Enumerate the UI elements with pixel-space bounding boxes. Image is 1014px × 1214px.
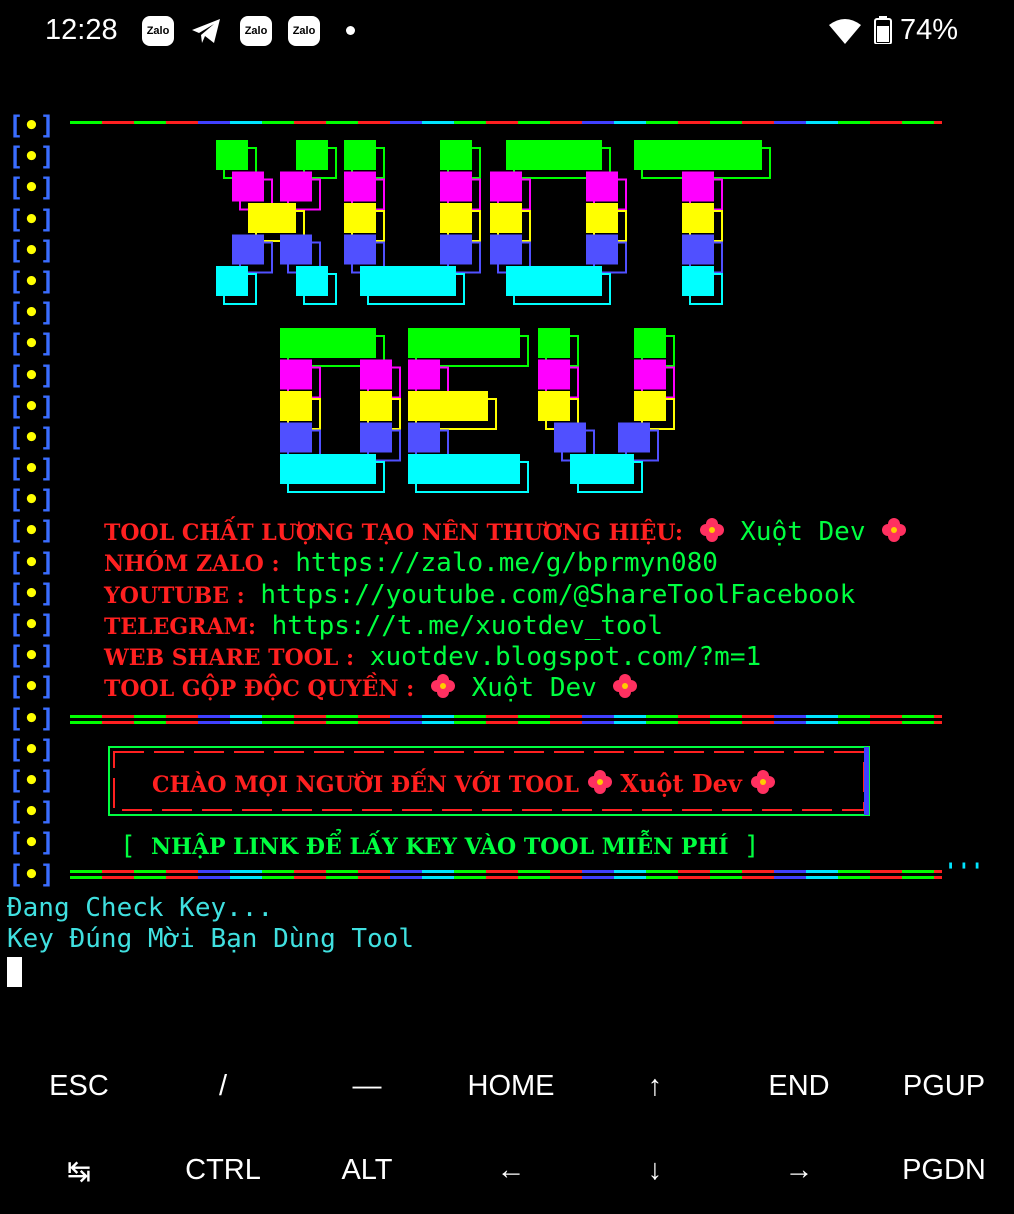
bullet-marker: [•] <box>8 578 55 609</box>
info-value: Xuột Dev <box>740 517 866 547</box>
key-row2-4[interactable]: ↓ <box>583 1154 727 1187</box>
bullet-marker: [•] <box>8 641 55 672</box>
key-row1-5[interactable]: END <box>727 1070 871 1103</box>
hibiscus-icon <box>699 518 724 542</box>
bullet-marker: [•] <box>8 672 55 703</box>
greeting-text: CHÀO MỌI NGƯỜI ĐẾN VỚI TOOL Xuột Dev <box>152 768 776 801</box>
key-row2-2[interactable]: ALT <box>295 1154 439 1187</box>
info-line: TOOL GỘP ĐỘC QUYỀN : Xuột Dev <box>104 673 638 705</box>
info-line: WEB SHARE TOOL : xuotdev.blogspot.com/?m… <box>104 642 761 674</box>
info-label: TELEGRAM: <box>104 614 256 640</box>
info-value: Xuột Dev <box>471 673 597 703</box>
key-row1-3[interactable]: HOME <box>439 1070 583 1103</box>
info-label: WEB SHARE TOOL : <box>104 645 355 671</box>
bullet-marker: [•] <box>8 797 55 828</box>
instruction-text: NHẬP LINK ĐỂ LẤY KEY VÀO TOOL MIỄN PHÍ <box>150 834 729 860</box>
greeting-brand: Xuột Dev <box>620 769 742 798</box>
hibiscus-icon <box>430 674 455 698</box>
output-line-2: Key Đúng Mời Bạn Dùng Tool <box>7 924 414 954</box>
telegram-icon <box>192 19 220 43</box>
bullet-marker: [•] <box>8 360 55 391</box>
key-row2-0[interactable]: ↹ <box>7 1154 151 1189</box>
extra-keys-bar: ESC / — HOME ↑ END PGUP ↹ CTRL ALT ← ↓ → PGDN <box>0 1044 1014 1214</box>
bullet-marker: [•] <box>8 610 55 640</box>
bullet-marker: [•] <box>8 828 55 859</box>
status-bar: 12:28 Zalo Zalo Zalo 74% <box>0 0 1014 64</box>
info-line: YOUTUBE : https://youtube.com/@ShareTool… <box>104 580 855 612</box>
info-label: TOOL GỘP ĐỘC QUYỀN : <box>104 676 415 702</box>
bullet-marker: [•] <box>8 173 55 204</box>
bullet-marker: [•] <box>8 859 55 890</box>
more-notifications-dot <box>346 26 355 35</box>
bullet-marker: [•] <box>8 765 55 796</box>
key-row2-1[interactable]: CTRL <box>151 1154 295 1187</box>
info-label: TOOL CHẤT LƯỢNG TẠO NÊN THƯƠNG HIỆU: <box>104 520 683 546</box>
ticks: ''' <box>944 860 984 885</box>
instruction-line: [ NHẬP LINK ĐỂ LẤY KEY VÀO TOOL MIỄN PHÍ… <box>120 831 759 863</box>
bullet-marker: [•] <box>8 298 55 329</box>
hibiscus-icon <box>613 674 638 698</box>
info-value[interactable]: https://zalo.me/g/bprmyn080 <box>295 548 718 578</box>
key-row1-4[interactable]: ↑ <box>583 1070 727 1103</box>
zalo-icon: Zalo <box>240 16 272 46</box>
greeting-label: CHÀO MỌI NGƯỜI ĐẾN VỚI TOOL <box>152 772 579 798</box>
bullet-marker: [•] <box>8 111 55 141</box>
zalo-icon: Zalo <box>142 16 174 46</box>
hibiscus-icon <box>882 518 907 542</box>
bullet-marker: [•] <box>8 266 55 297</box>
wifi-icon <box>829 19 861 44</box>
ascii-logo <box>216 140 771 493</box>
zalo-icon: Zalo <box>288 16 320 46</box>
bullet-marker: [•] <box>8 703 55 734</box>
info-value[interactable]: https://youtube.com/@ShareToolFacebook <box>260 580 855 610</box>
bullet-column: [•] [•] [•] [•] [•] [•] [•] [•] [•] [•] [•] [•] [•][… <box>8 111 55 891</box>
battery-percent: 74% <box>900 14 959 46</box>
info-value[interactable]: xuotdev.blogspot.com/?m=1 <box>370 642 761 672</box>
bullet-marker: [•] <box>8 516 55 547</box>
key-row1-2[interactable]: — <box>295 1070 439 1103</box>
status-time: 12:28 <box>45 14 118 46</box>
key-row2-6[interactable]: PGDN <box>872 1154 1014 1187</box>
bullet-marker: [•] <box>8 734 55 765</box>
terminal-cursor[interactable] <box>7 957 22 987</box>
bullet-marker: [•] <box>8 485 55 516</box>
hibiscus-icon <box>750 770 775 794</box>
key-row2-3[interactable]: ← <box>439 1154 583 1187</box>
info-value[interactable]: https://t.me/xuotdev_tool <box>272 611 663 641</box>
bracket-close: ] <box>743 831 760 861</box>
bullet-marker: [•] <box>8 391 55 422</box>
separator-bottom <box>70 870 942 880</box>
bullet-marker: [•] <box>8 547 55 578</box>
bullet-marker: [•] <box>8 454 55 485</box>
bullet-marker: [•] <box>8 235 55 266</box>
separator-middle <box>70 715 942 725</box>
info-line: TOOL CHẤT LƯỢNG TẠO NÊN THƯƠNG HIỆU: Xuộ… <box>104 517 907 549</box>
info-line: TELEGRAM: https://t.me/xuotdev_tool <box>104 611 663 643</box>
key-row1-6[interactable]: PGUP <box>872 1070 1014 1103</box>
bullet-marker: [•] <box>8 422 55 453</box>
bracket-open: [ <box>120 831 136 861</box>
info-line: NHÓM ZALO : https://zalo.me/g/bprmyn080 <box>104 548 718 580</box>
info-label: YOUTUBE : <box>104 583 245 609</box>
bullet-marker: [•] <box>8 204 55 235</box>
key-row2-5[interactable]: → <box>727 1154 871 1187</box>
hibiscus-icon <box>587 770 612 794</box>
bullet-marker: [•] <box>8 329 55 360</box>
output-line-1: Đang Check Key... <box>7 893 274 923</box>
key-row1-1[interactable]: / <box>151 1070 295 1103</box>
info-label: NHÓM ZALO : <box>104 551 280 577</box>
separator-top <box>70 121 942 131</box>
battery-icon <box>874 16 892 44</box>
bullet-marker: [•] <box>8 142 55 173</box>
key-row1-0[interactable]: ESC <box>7 1070 151 1103</box>
